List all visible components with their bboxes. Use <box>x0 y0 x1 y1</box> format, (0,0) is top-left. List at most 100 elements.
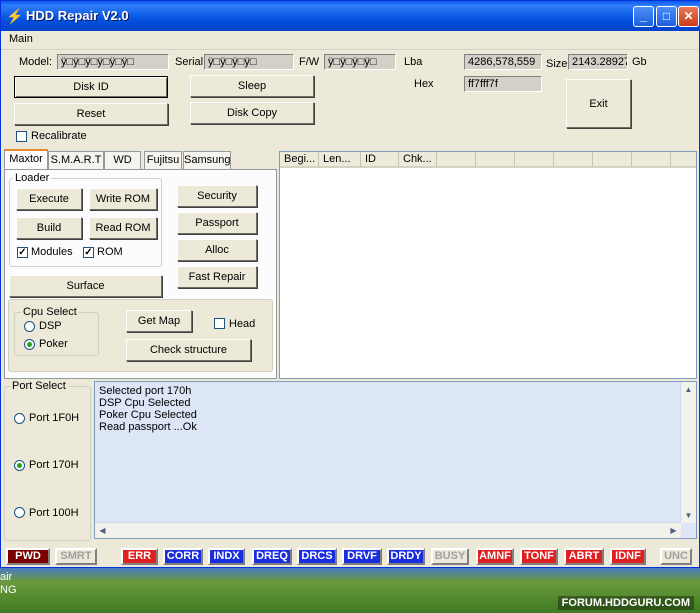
close-button[interactable]: ✕ <box>678 6 699 27</box>
dsp-label: DSP <box>39 320 62 332</box>
log-line: DSP Cpu Selected <box>99 397 191 409</box>
rom-label: ROM <box>97 246 123 258</box>
scroll-left-icon[interactable]: ◀ <box>95 523 110 538</box>
alloc-label: Alloc <box>205 244 229 256</box>
sleep-button[interactable]: Sleep <box>190 75 314 97</box>
menu-bar: Main <box>1 31 699 50</box>
recalibrate-checkbox[interactable] <box>16 131 27 142</box>
column-header[interactable] <box>632 152 671 168</box>
vertical-scrollbar[interactable]: ▲ ▼ <box>680 382 696 523</box>
disk-copy-button[interactable]: Disk Copy <box>190 102 314 124</box>
security-button[interactable]: Security <box>177 185 257 207</box>
dsp-radio[interactable] <box>24 321 35 332</box>
model-field: ÿ□ÿ□ÿ□ÿ□ÿ□ÿ□ <box>57 54 169 70</box>
column-header[interactable]: Len... <box>319 152 361 168</box>
write-rom-button[interactable]: Write ROM <box>89 188 157 210</box>
column-header[interactable] <box>515 152 554 168</box>
column-header[interactable]: Chk... <box>399 152 437 168</box>
size-field: 2143.28927 <box>568 54 628 70</box>
poker-label: Poker <box>39 338 68 350</box>
status-led-drvf: DRVF <box>342 548 382 565</box>
fast-repair-button[interactable]: Fast Repair <box>177 266 257 288</box>
execute-label: Execute <box>29 193 69 205</box>
menu-item-main[interactable]: Main <box>9 33 33 45</box>
tab-maxtor[interactable]: Maxtor <box>4 149 48 170</box>
head-label: Head <box>229 318 256 330</box>
desktop-text: NG <box>0 584 17 596</box>
status-led-tonf: TONF <box>520 548 558 565</box>
poker-radio[interactable] <box>24 339 35 350</box>
write-rom-label: Write ROM <box>95 193 151 205</box>
maximize-button[interactable]: □ <box>656 6 677 27</box>
exit-button[interactable]: Exit <box>566 79 631 128</box>
status-led-busy: BUSY <box>431 548 469 565</box>
port-1f0h-radio[interactable] <box>14 413 25 424</box>
module-list[interactable]: Begi... Len... ID Chk... <box>279 151 697 379</box>
status-led-smrt: SMRT <box>55 548 97 565</box>
window-title: HDD Repair V2.0 <box>26 8 129 23</box>
tab-samsung[interactable]: Samsung <box>183 151 231 169</box>
modules-checkbox[interactable]: ✓ <box>17 247 28 258</box>
status-led-pwd: PWD <box>6 548 50 565</box>
tab-fujitsu[interactable]: Fujitsu <box>144 151 182 169</box>
log-line: Poker Cpu Selected <box>99 409 197 421</box>
fast-repair-label: Fast Repair <box>188 271 246 283</box>
serial-field: ÿ□ÿ□ÿ□ÿ□ <box>204 54 294 70</box>
get-map-label: Get Map <box>137 315 181 327</box>
recalibrate-label: Recalibrate <box>31 130 87 142</box>
column-header[interactable]: ID <box>361 152 399 168</box>
status-led-dreq: DREQ <box>252 548 292 565</box>
alloc-button[interactable]: Alloc <box>177 239 257 261</box>
surface-button[interactable]: Surface <box>9 275 162 297</box>
status-led-drdy: DRDY <box>387 548 425 565</box>
check-structure-button[interactable]: Check structure <box>126 339 251 361</box>
disk-copy-label: Disk Copy <box>226 107 278 119</box>
read-rom-button[interactable]: Read ROM <box>89 217 157 239</box>
reset-button[interactable]: Reset <box>14 103 168 125</box>
rom-checkbox[interactable]: ✓ <box>83 247 94 258</box>
column-header[interactable] <box>476 152 515 168</box>
passport-button[interactable]: Passport <box>177 212 257 234</box>
head-checkbox[interactable] <box>214 318 225 329</box>
modules-label: Modules <box>31 246 73 258</box>
execute-button[interactable]: Execute <box>16 188 82 210</box>
build-button[interactable]: Build <box>16 217 82 239</box>
fw-field: ÿ□ÿ□ÿ□ÿ□ <box>324 54 396 70</box>
tab-wd[interactable]: WD <box>104 151 141 169</box>
app-window: ⚡ HDD Repair V2.0 _ □ ✕ Main Model: ÿ□ÿ□… <box>0 0 700 568</box>
port-100h-label: Port 100H <box>29 507 79 519</box>
port-100h-radio[interactable] <box>14 507 25 518</box>
loader-title: Loader <box>13 172 52 184</box>
build-label: Build <box>36 222 62 234</box>
column-header[interactable]: Begi... <box>280 152 319 168</box>
port-170h-radio[interactable] <box>14 460 25 471</box>
scroll-up-icon[interactable]: ▲ <box>681 382 696 397</box>
column-header[interactable] <box>593 152 632 168</box>
hex-field: ff7fff7f <box>464 76 542 92</box>
app-icon: ⚡ <box>6 8 24 24</box>
read-rom-label: Read ROM <box>95 222 151 234</box>
column-header[interactable] <box>554 152 593 168</box>
status-led-drcs: DRCS <box>297 548 337 565</box>
security-label: Security <box>197 190 237 202</box>
log-line: Read passport ...Ok <box>99 421 197 433</box>
scroll-right-icon[interactable]: ▶ <box>666 523 681 538</box>
scroll-down-icon[interactable]: ▼ <box>681 508 696 523</box>
disk-id-label: Disk ID <box>73 81 109 93</box>
title-bar[interactable]: ⚡ HDD Repair V2.0 _ □ ✕ <box>1 1 700 31</box>
port-170h-label: Port 170H <box>29 459 79 471</box>
exit-label: Exit <box>589 97 608 110</box>
column-header[interactable] <box>437 152 476 168</box>
get-map-button[interactable]: Get Map <box>126 310 192 332</box>
minimize-button[interactable]: _ <box>633 6 654 27</box>
port-select-title: Port Select <box>10 380 68 392</box>
disk-id-button[interactable]: Disk ID <box>14 76 168 98</box>
hex-label: Hex <box>414 78 434 90</box>
status-led-idnf: IDNF <box>610 548 646 565</box>
status-led-unc: UNC <box>660 548 692 565</box>
tab-smart[interactable]: S.M.A.R.T <box>48 151 104 169</box>
horizontal-scrollbar[interactable]: ◀ ▶ <box>95 522 681 538</box>
log-line: Selected port 170h <box>99 385 192 397</box>
desktop-text: air <box>0 571 13 583</box>
log-textarea[interactable]: Selected port 170h DSP Cpu Selected Poke… <box>94 381 697 539</box>
